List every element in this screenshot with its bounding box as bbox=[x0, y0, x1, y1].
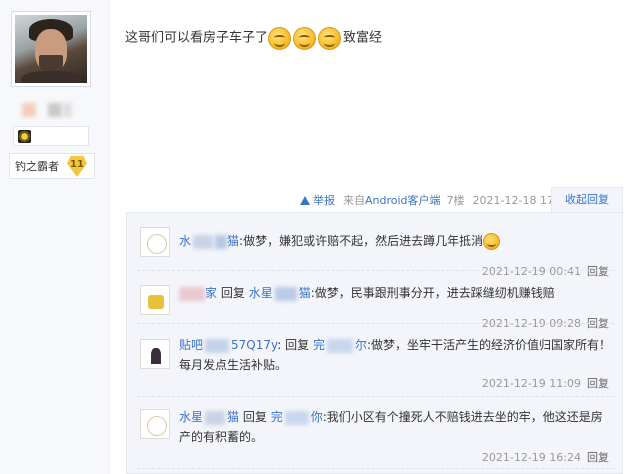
reply-time: 2021-12-19 16:24 bbox=[481, 451, 581, 464]
sunset-icon[interactable] bbox=[140, 339, 170, 369]
reply-username[interactable]: 水猫 bbox=[179, 234, 239, 249]
reply-target-username[interactable]: 水星猫 bbox=[249, 286, 311, 301]
reply-username[interactable]: 家 bbox=[179, 286, 217, 301]
divider bbox=[137, 396, 614, 397]
user-avatar[interactable] bbox=[11, 11, 91, 87]
reply-body: :做梦，坐牢干活产生的经济价值归国家所有！ bbox=[366, 338, 612, 352]
cat-icon[interactable] bbox=[140, 227, 170, 257]
dark-icon[interactable] bbox=[140, 285, 170, 315]
reply-text: 水星猫 回复 完你:我们小区有个撞死人不赔钱进去坐的牢，他这还是房 产的有积蓄的… bbox=[179, 407, 614, 447]
reply-button[interactable]: 回复 bbox=[587, 265, 609, 278]
level-badge[interactable]: 钓之霸者 11 bbox=[9, 153, 95, 179]
floor-number: 7楼 bbox=[446, 194, 465, 207]
reply-time: 2021-12-19 11:09 bbox=[481, 377, 581, 390]
avatar-photo bbox=[15, 15, 87, 83]
reply-word: 回复 bbox=[242, 410, 267, 424]
reply-body: :做梦，嫌犯或许赔不起，然后进去蹲几年抵消 bbox=[239, 234, 484, 248]
reply-text: 贴吧 57Q17y: 回复 完尔:做梦，坐牢干活产生的经济价值归国家所有！ 每月发… bbox=[179, 338, 612, 372]
reply-username[interactable]: 水星猫 bbox=[179, 410, 239, 425]
reply-meta: 2021-12-19 16:24 回复 bbox=[482, 449, 609, 465]
username-blurred[interactable] bbox=[22, 103, 80, 117]
smiley-icon bbox=[293, 27, 317, 50]
warning-icon bbox=[300, 195, 310, 205]
divider bbox=[137, 270, 614, 271]
divider bbox=[137, 323, 614, 324]
reply-word: 回复 bbox=[285, 338, 310, 352]
post-text-main: 这哥们可以看房子车子了 bbox=[125, 30, 269, 46]
reply-list: 水猫:做梦，嫌犯或许赔不起，然后进去蹲几年抵消 2021-12-19 00:41… bbox=[126, 212, 623, 474]
smiley-icon bbox=[318, 27, 342, 50]
reply-meta: 2021-12-19 00:41 回复 bbox=[482, 263, 609, 279]
reply-button[interactable]: 回复 bbox=[587, 377, 609, 390]
divider bbox=[137, 468, 614, 469]
reply-text: 水猫:做梦，嫌犯或许赔不起，然后进去蹲几年抵消 bbox=[179, 231, 614, 251]
post-text-tail: 致富经 bbox=[343, 30, 383, 46]
reply-meta: 2021-12-19 11:09 回复 bbox=[482, 375, 609, 391]
cat-icon[interactable] bbox=[140, 409, 170, 439]
level-number: 11 bbox=[67, 156, 87, 177]
report-link[interactable]: 举报 bbox=[300, 192, 335, 208]
reply-body-line2: 产的有积蓄的。 bbox=[179, 430, 264, 444]
badge-icon bbox=[18, 130, 31, 143]
client-link[interactable]: Android客户端 bbox=[365, 194, 441, 207]
collapse-replies-button[interactable]: 收起回复 bbox=[551, 187, 623, 213]
reply-target-username[interactable]: 完尔 bbox=[313, 338, 367, 353]
reply-button[interactable]: 回复 bbox=[587, 451, 609, 464]
reply-body: :我们小区有个撞死人不赔钱进去坐的牢，他这还是房 bbox=[322, 410, 603, 424]
member-badge[interactable] bbox=[13, 126, 89, 146]
smiley-icon bbox=[268, 27, 292, 50]
post-source: 来自Android客户端 bbox=[343, 194, 441, 207]
reply-word: 回复 bbox=[220, 286, 245, 300]
reply-target-username[interactable]: 完你 bbox=[271, 410, 323, 425]
reply-body-line2: 每月发点生活补贴。 bbox=[179, 358, 288, 372]
level-title: 钓之霸者 bbox=[15, 160, 59, 173]
post-meta: 举报 来自Android客户端 7楼 2021-12-18 17:10 bbox=[300, 192, 572, 208]
user-sidebar: 钓之霸者 11 bbox=[0, 0, 110, 474]
reply-username[interactable]: 贴吧 57Q17y bbox=[179, 338, 277, 353]
reply-text: 家 回复 水星 猫:做梦，民事跟刑事分开，进去踩缝纫机赚钱赔 bbox=[179, 283, 614, 303]
reply-body: :做梦，民事跟刑事分开，进去踩缝纫机赚钱赔 bbox=[310, 286, 555, 300]
smiley-icon bbox=[483, 233, 501, 250]
post-content: 这哥们可以看房子车子了 致富经 bbox=[125, 27, 382, 50]
reply-time: 2021-12-19 00:41 bbox=[481, 265, 581, 278]
